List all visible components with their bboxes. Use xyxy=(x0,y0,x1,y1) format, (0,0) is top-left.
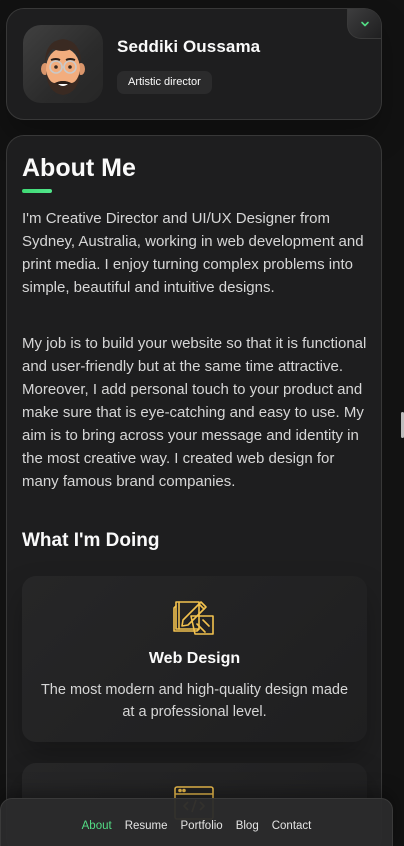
profile-title-badge: Artistic director xyxy=(117,71,212,94)
bottom-navbar: About Resume Portfolio Blog Contact xyxy=(0,798,393,846)
show-contacts-button[interactable] xyxy=(347,9,381,39)
memoji-avatar-icon xyxy=(41,39,85,95)
about-section: About Me I'm Creative Director and UI/UX… xyxy=(6,135,382,846)
service-description: The most modern and high-quality design … xyxy=(40,682,349,720)
service-card-web-design: Web Design The most modern and high-qual… xyxy=(22,576,367,742)
nav-link-portfolio[interactable]: Portfolio xyxy=(181,814,223,832)
nav-link-contact[interactable]: Contact xyxy=(272,814,312,832)
about-paragraph-1: I'm Creative Director and UI/UX Designer… xyxy=(22,210,364,296)
design-tools-icon xyxy=(173,601,214,635)
avatar xyxy=(23,25,103,103)
nav-link-about[interactable]: About xyxy=(82,814,112,832)
profile-name: Seddiki Oussama xyxy=(117,37,261,56)
service-title: Web Design xyxy=(148,650,241,667)
title-underline xyxy=(22,189,52,193)
page-title: About Me xyxy=(22,154,136,182)
chevron-down-icon xyxy=(360,21,369,26)
nav-link-blog[interactable]: Blog xyxy=(236,814,259,832)
nav-link-resume[interactable]: Resume xyxy=(125,814,168,832)
profile-card: Seddiki Oussama Artistic director xyxy=(6,8,382,120)
services-heading: What I'm Doing xyxy=(22,530,160,551)
about-paragraph-2: My job is to build your website so that … xyxy=(22,335,367,490)
